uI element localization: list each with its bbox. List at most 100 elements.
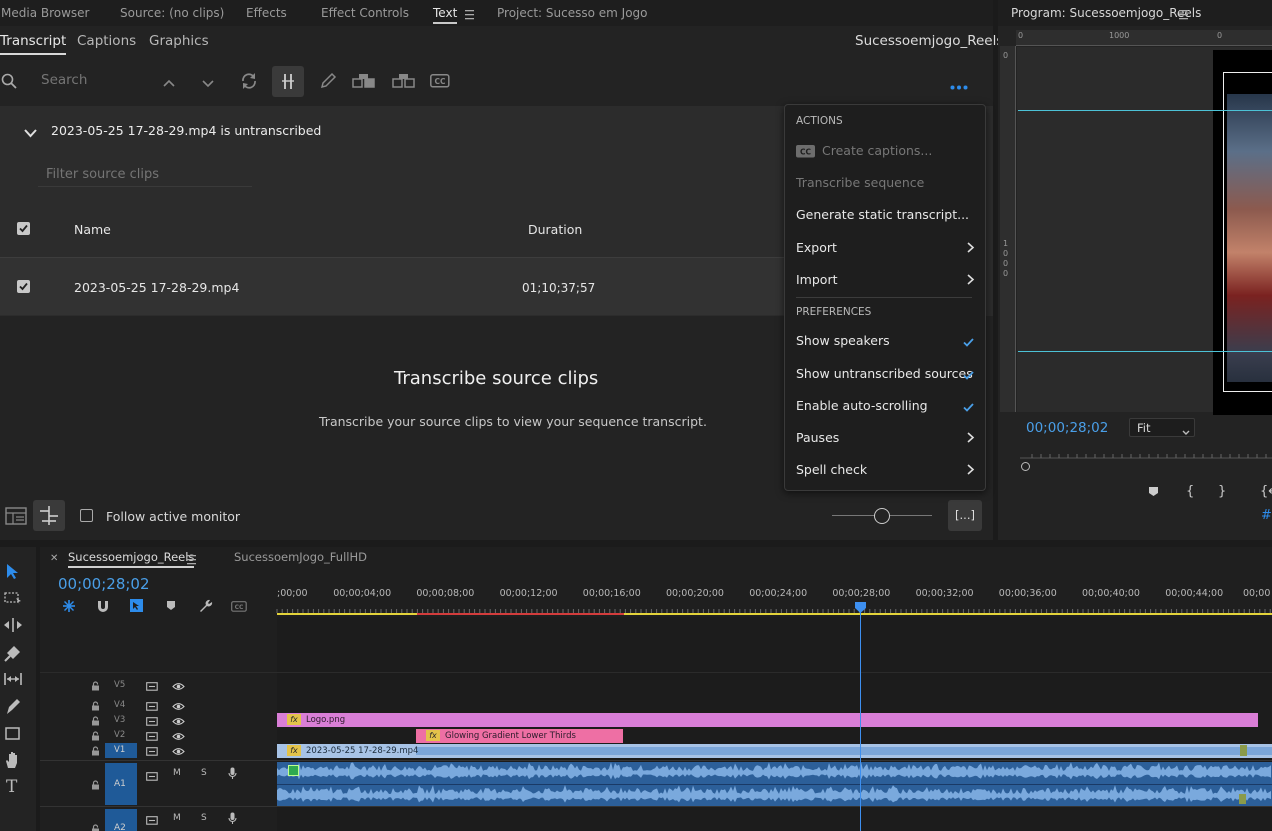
pencil-icon[interactable] — [319, 72, 337, 90]
timeline-tab-reels[interactable]: Sucessoemjogo_Reels — [68, 550, 195, 568]
microphone-icon[interactable] — [228, 812, 237, 825]
menu-item-spell-check[interactable]: Spell check — [796, 462, 867, 477]
mark-out-icon[interactable]: } — [1218, 485, 1226, 498]
program-timecode[interactable]: 00;00;28;02 — [1026, 420, 1108, 436]
sync-lock-icon[interactable] — [146, 700, 158, 711]
panel-menu-icon[interactable] — [1179, 8, 1188, 20]
split-segment-button[interactable] — [272, 66, 304, 97]
solo-button[interactable]: S — [201, 813, 207, 823]
column-header-duration[interactable]: Duration — [528, 222, 582, 237]
menu-item-export[interactable]: Export — [796, 240, 837, 255]
sync-lock-icon[interactable] — [146, 680, 158, 691]
subtab-transcript[interactable]: Transcript — [0, 33, 67, 55]
lock-icon[interactable] — [91, 715, 100, 726]
lock-icon[interactable] — [91, 823, 100, 831]
clip-lower-thirds[interactable]: fx Glowing Gradient Lower Thirds — [416, 729, 623, 743]
lock-icon[interactable] — [91, 745, 100, 756]
sync-lock-icon[interactable] — [146, 814, 158, 825]
mute-button[interactable]: M — [173, 813, 181, 823]
linked-selection-icon[interactable] — [129, 598, 144, 613]
ellipsis-button[interactable]: [...] — [948, 500, 982, 531]
panel-menu-icon[interactable] — [187, 553, 196, 565]
slip-tool-icon[interactable] — [3, 671, 23, 687]
mark-in-icon[interactable]: { — [1186, 485, 1194, 498]
eye-icon[interactable] — [172, 730, 185, 740]
eye-icon[interactable] — [172, 680, 185, 690]
timeline-tab-fullhd[interactable]: SucessoemJogo_FullHD — [234, 550, 367, 564]
add-marker-icon[interactable] — [166, 600, 176, 611]
refresh-icon[interactable] — [240, 72, 258, 90]
type-tool-icon[interactable]: T — [6, 779, 20, 796]
menu-item-transcribe-sequence[interactable]: Transcribe sequence — [796, 175, 924, 190]
lock-icon[interactable] — [91, 700, 100, 711]
sync-lock-icon[interactable] — [146, 770, 158, 781]
fit-dropdown[interactable]: Fit — [1129, 418, 1195, 437]
tab-effects[interactable]: Effects — [246, 6, 287, 20]
filter-source-clips-input[interactable] — [38, 163, 252, 187]
monitor-time-ruler[interactable] — [1020, 448, 1272, 471]
cc-icon[interactable]: CC — [231, 601, 247, 612]
insert-nest-icon[interactable] — [62, 599, 76, 613]
timeline-ruler[interactable]: ;00;00 00;00;04;00 00;00;08;00 00;00;12;00 0… — [276, 580, 1272, 616]
add-marker-icon[interactable] — [1148, 486, 1159, 497]
selection-tool-icon[interactable] — [6, 563, 20, 580]
subtab-captions[interactable]: Captions — [77, 33, 136, 49]
wrench-icon[interactable] — [198, 598, 213, 613]
lock-icon[interactable] — [91, 779, 100, 790]
transcript-view-icon[interactable] — [5, 506, 27, 526]
ripple-edit-tool-icon[interactable] — [3, 617, 23, 633]
rectangle-tool-icon[interactable] — [5, 727, 20, 740]
search-input[interactable] — [33, 68, 153, 92]
pen-tool-icon[interactable] — [5, 698, 21, 716]
zoom-slider-handle[interactable] — [874, 508, 890, 524]
clip-main-video[interactable]: fx 2023-05-25 17-28-29.mp4 — [277, 744, 1272, 758]
tab-project[interactable]: Project: Sucesso em Jogo — [497, 6, 648, 20]
lock-icon[interactable] — [91, 680, 100, 691]
select-all-checkbox[interactable] — [17, 222, 30, 235]
chevron-up-icon[interactable] — [163, 76, 175, 87]
align-view-button[interactable] — [33, 500, 65, 531]
row-checkbox[interactable] — [17, 280, 30, 293]
merge-segments-icon[interactable] — [352, 72, 376, 90]
tab-text[interactable]: Text — [433, 6, 458, 24]
razor-tool-icon[interactable] — [4, 644, 22, 662]
go-to-in-icon[interactable]: {← — [1260, 485, 1272, 498]
snap-icon[interactable] — [96, 599, 110, 613]
sync-lock-icon[interactable] — [146, 745, 158, 756]
eye-icon[interactable] — [172, 700, 185, 710]
menu-item-import[interactable]: Import — [796, 272, 838, 287]
safe-margins-icon[interactable]: # — [1261, 509, 1272, 522]
lock-icon[interactable] — [91, 730, 100, 741]
menu-item-generate-static-transcript[interactable]: Generate static transcript... — [796, 207, 969, 222]
sync-lock-icon[interactable] — [146, 715, 158, 726]
follow-active-monitor-checkbox[interactable] — [80, 509, 93, 522]
more-options-icon[interactable] — [950, 79, 968, 90]
collapse-chevron-icon[interactable] — [24, 127, 37, 138]
mute-button[interactable]: M — [173, 768, 181, 778]
subtab-graphics[interactable]: Graphics — [149, 33, 209, 49]
keyframe-marker[interactable] — [1239, 794, 1246, 804]
solo-button[interactable]: S — [201, 768, 207, 778]
cc-icon[interactable]: CC — [430, 74, 450, 88]
table-row[interactable]: 2023-05-25 17-28-29.mp4 01;10;37;57 — [0, 258, 785, 315]
menu-item-enable-auto-scrolling[interactable]: Enable auto-scrolling — [796, 398, 928, 413]
panel-menu-icon[interactable] — [465, 8, 474, 20]
monitor-playhead-handle[interactable] — [1021, 462, 1030, 471]
eye-icon[interactable] — [172, 715, 185, 725]
column-header-name[interactable]: Name — [74, 222, 111, 237]
menu-item-create-captions[interactable]: Create captions... — [822, 143, 932, 158]
clip-logo[interactable]: fx Logo.png — [277, 713, 1258, 727]
hand-tool-icon[interactable] — [4, 751, 21, 769]
track-select-tool-icon[interactable] — [4, 590, 22, 606]
keyframe-marker[interactable] — [1240, 745, 1247, 756]
close-icon[interactable]: ✕ — [50, 553, 58, 564]
microphone-icon[interactable] — [228, 767, 237, 780]
playhead-handle[interactable] — [855, 602, 866, 613]
timeline-timecode[interactable]: 00;00;28;02 — [58, 575, 150, 593]
menu-item-show-untranscribed-sources[interactable]: Show untranscribed sources — [796, 366, 973, 381]
tab-effect-controls[interactable]: Effect Controls — [321, 6, 409, 20]
tab-source[interactable]: Source: (no clips) — [120, 6, 224, 20]
chevron-down-icon[interactable] — [202, 77, 214, 88]
sync-lock-icon[interactable] — [146, 730, 158, 741]
menu-item-pauses[interactable]: Pauses — [796, 430, 839, 445]
